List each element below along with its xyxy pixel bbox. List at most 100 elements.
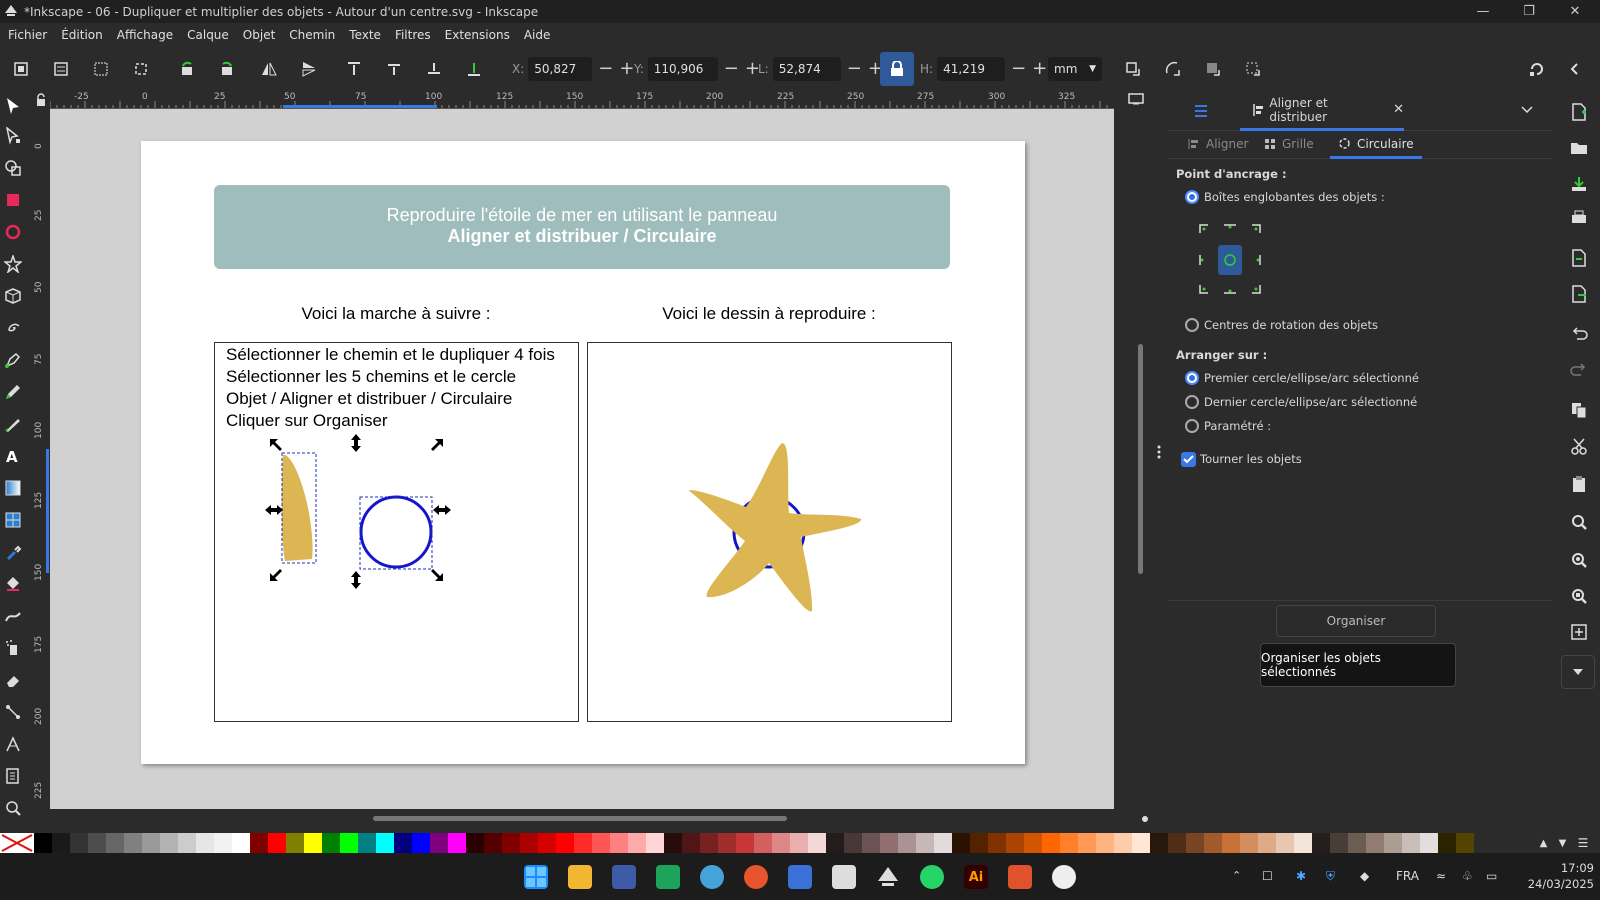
color-swatch[interactable] [124, 833, 142, 853]
anchor-bbox-radio[interactable] [1185, 190, 1199, 204]
touch-select-icon[interactable] [130, 58, 152, 80]
color-swatch[interactable] [718, 833, 736, 853]
firefox-icon[interactable] [744, 865, 768, 889]
canvas-zoom-dot[interactable] [1142, 816, 1148, 822]
color-swatch[interactable] [34, 833, 52, 853]
handle-bottom-left[interactable] [270, 569, 282, 581]
gradient-tool-icon[interactable] [4, 479, 22, 497]
subtab-grille[interactable]: Grille [1264, 137, 1314, 151]
minimize-button[interactable]: — [1460, 0, 1506, 23]
color-swatch[interactable] [826, 833, 844, 853]
select-all-layers-icon[interactable] [50, 58, 72, 80]
scale-stroke-icon[interactable] [1122, 58, 1144, 80]
color-swatch[interactable] [538, 833, 556, 853]
color-swatch[interactable] [1240, 833, 1258, 853]
color-swatch[interactable] [988, 833, 1006, 853]
color-swatch[interactable] [304, 833, 322, 853]
ellipse-tool-icon[interactable] [4, 223, 22, 241]
color-swatch[interactable] [196, 833, 214, 853]
color-swatch[interactable] [952, 833, 970, 853]
vertical-scrollbar[interactable] [1138, 344, 1143, 574]
color-swatch[interactable] [862, 833, 880, 853]
color-swatch[interactable] [430, 833, 448, 853]
x-increment[interactable]: + [619, 60, 634, 78]
screen-recorder-icon[interactable] [1052, 865, 1076, 889]
eraser-tool-icon[interactable] [4, 671, 22, 689]
handle-top[interactable] [351, 434, 361, 452]
color-swatch[interactable] [1204, 833, 1222, 853]
color-swatch[interactable] [358, 833, 376, 853]
inkscape-taskbar-icon[interactable] [876, 865, 900, 889]
color-swatch[interactable] [448, 833, 466, 853]
scale-radii-icon[interactable] [1162, 58, 1184, 80]
paste-icon[interactable] [1570, 475, 1588, 493]
color-swatch[interactable] [520, 833, 538, 853]
close-tab-icon[interactable]: ✕ [1393, 102, 1404, 117]
color-swatch[interactable] [1114, 833, 1132, 853]
cut-icon[interactable] [1570, 437, 1588, 455]
color-swatch[interactable] [1456, 833, 1474, 853]
color-swatch[interactable] [1402, 833, 1420, 853]
new-document-icon[interactable] [1570, 103, 1588, 121]
color-swatch[interactable] [898, 833, 916, 853]
rectangle-tool-icon[interactable] [4, 191, 22, 209]
color-swatch[interactable] [376, 833, 394, 853]
display-mode-icon[interactable] [1128, 93, 1146, 107]
select-all-icon[interactable] [10, 58, 32, 80]
color-swatch[interactable] [502, 833, 520, 853]
pages-tool-icon[interactable] [4, 767, 22, 785]
x-decrement[interactable]: − [598, 60, 613, 78]
starfish-arm-path[interactable] [281, 454, 313, 561]
spiral-tool-icon[interactable] [4, 319, 22, 337]
color-swatch[interactable] [610, 833, 628, 853]
save-icon[interactable] [1570, 175, 1588, 193]
color-swatch[interactable] [214, 833, 232, 853]
transform-patterns-icon[interactable] [1242, 58, 1264, 80]
subtab-aligner[interactable]: Aligner [1188, 137, 1248, 151]
tray-chevron-up-icon[interactable]: ⌃ [1232, 869, 1241, 882]
undo-icon[interactable] [1570, 325, 1588, 343]
color-swatch[interactable] [1024, 833, 1042, 853]
color-swatch[interactable] [466, 833, 484, 853]
anchor-point-grid[interactable] [1196, 221, 1266, 295]
color-swatch[interactable] [700, 833, 718, 853]
menu-affichage[interactable]: Affichage [117, 28, 173, 42]
dropper-tool-icon[interactable] [4, 543, 22, 561]
illustrator-icon[interactable]: Ai [964, 865, 988, 889]
flip-horizontal-icon[interactable] [258, 58, 280, 80]
flip-vertical-icon[interactable] [298, 58, 320, 80]
reference-starfish[interactable] [689, 443, 862, 612]
menu-extensions[interactable]: Extensions [445, 28, 510, 42]
dock-resize-handle[interactable] [1156, 444, 1162, 460]
color-swatch[interactable] [754, 833, 772, 853]
y-input[interactable]: 110,906 [647, 57, 718, 81]
color-swatch[interactable] [1348, 833, 1366, 853]
color-swatch[interactable] [1366, 833, 1384, 853]
mesh-tool-icon[interactable] [4, 511, 22, 529]
more-commands-button[interactable] [1561, 655, 1595, 689]
color-swatch[interactable] [1420, 833, 1438, 853]
color-swatch[interactable] [142, 833, 160, 853]
color-swatch[interactable] [178, 833, 196, 853]
drawing-canvas[interactable]: Reproduire l'étoile de mer en utilisant … [50, 109, 1114, 809]
lower-to-bottom-icon[interactable] [463, 58, 485, 80]
color-swatch[interactable] [844, 833, 862, 853]
color-swatch[interactable] [1042, 833, 1060, 853]
lock-guides-icon[interactable] [32, 91, 50, 109]
spray-tool-icon[interactable] [4, 639, 22, 657]
lower-icon[interactable] [423, 58, 445, 80]
arrange-param-radio[interactable] [1185, 419, 1199, 433]
pencil-tool-icon[interactable] [4, 383, 22, 401]
color-swatch[interactable] [1150, 833, 1168, 853]
anchor-rotation-radio[interactable] [1185, 318, 1199, 332]
horizontal-scrollbar[interactable] [373, 816, 787, 821]
color-swatch[interactable] [1294, 833, 1312, 853]
color-swatch[interactable] [556, 833, 574, 853]
arrange-last-radio[interactable] [1185, 395, 1199, 409]
palette-menu-icon[interactable]: ☰ [1578, 836, 1589, 850]
anchor-center-selected[interactable] [1218, 245, 1242, 275]
color-swatch[interactable] [1060, 833, 1078, 853]
tweak-tool-icon[interactable] [4, 607, 22, 625]
zoom-selection-icon[interactable] [1570, 513, 1588, 531]
guide-circle[interactable] [359, 495, 433, 569]
